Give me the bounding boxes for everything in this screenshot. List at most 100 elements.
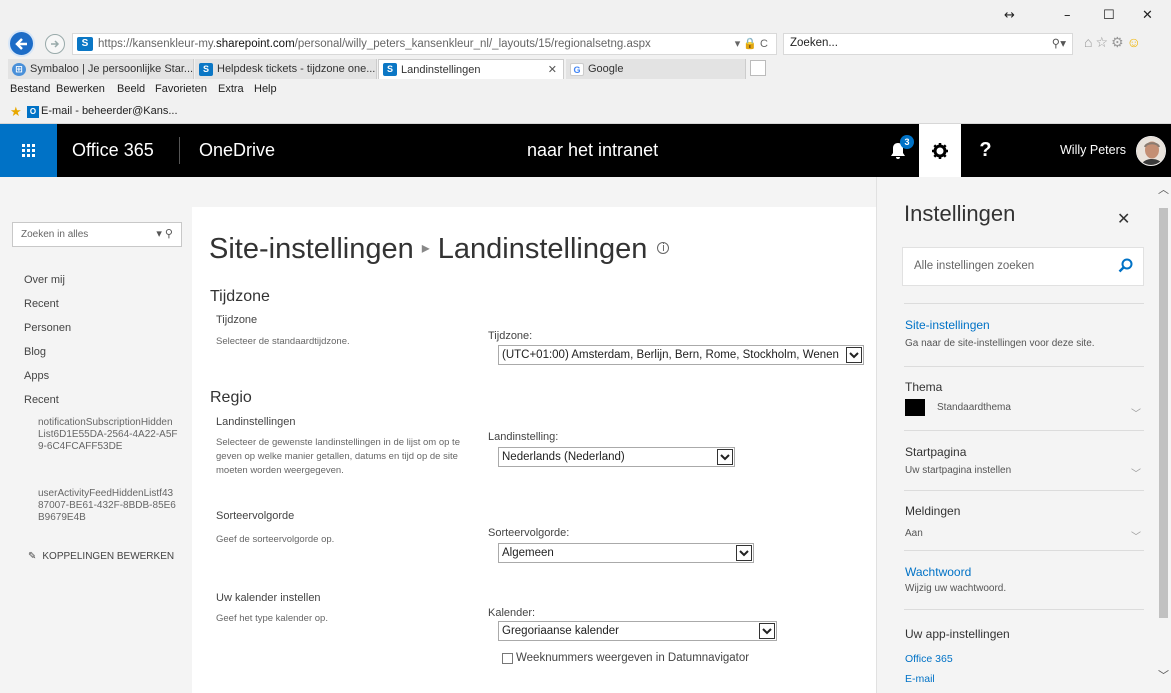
password-link[interactable]: Wachtwoord	[905, 565, 971, 579]
app-launcher-button[interactable]	[0, 124, 57, 177]
window-resize-icon[interactable]: ↔	[1004, 8, 1015, 23]
brand-title[interactable]: Office 365	[72, 140, 154, 161]
new-tab-button[interactable]	[750, 60, 766, 76]
scroll-down-icon[interactable]: ﹀	[1158, 667, 1169, 683]
chevron-down-icon[interactable]: ﹀	[1131, 405, 1141, 420]
scroll-up-icon[interactable]: ︿	[1158, 181, 1169, 197]
settings-search-input[interactable]: Alle instellingen zoeken	[902, 247, 1144, 286]
nav-item-blog[interactable]: Blog	[24, 346, 46, 358]
label-landinstelling: Landinstelling:	[488, 431, 559, 443]
tab-label: Symbaloo | Je persoonlijke Star...	[30, 63, 194, 75]
locale-select[interactable]: Nederlands (Nederland)	[498, 447, 735, 467]
menu-extra[interactable]: Extra	[218, 83, 244, 95]
feedback-smiley-icon[interactable]: ☺	[1127, 34, 1144, 50]
gear-icon[interactable]: ⚙	[1111, 34, 1127, 50]
breadcrumb-arrow-icon: ▸	[421, 240, 430, 257]
nav-item-apps[interactable]: Apps	[24, 370, 49, 382]
subheading-kalender: Uw kalender instellen	[216, 592, 321, 604]
search-icon[interactable]	[1118, 258, 1133, 273]
tab-symbaloo[interactable]: ⊞ Symbaloo | Je persoonlijke Star...	[8, 59, 194, 79]
sort-order-value: Algemeen	[502, 547, 554, 559]
divider	[904, 550, 1144, 551]
search-icon[interactable]: ⚲▾	[1052, 36, 1066, 50]
site-settings-link[interactable]: Site-instellingen	[905, 318, 990, 332]
label-tijdzone: Tijdzone:	[488, 330, 533, 342]
forward-button[interactable]	[45, 34, 65, 54]
page-header-strip	[0, 177, 876, 207]
breadcrumb-root[interactable]: Site-instellingen	[209, 233, 414, 265]
tab-helpdesk[interactable]: S Helpdesk tickets - tijdzone one...	[195, 59, 377, 79]
menu-bestand[interactable]: Bestand	[10, 83, 50, 95]
user-photo-icon	[1137, 137, 1165, 165]
home-icon[interactable]: ⌂	[1084, 34, 1095, 50]
divider	[904, 303, 1144, 304]
chevron-down-icon[interactable]: ﹀	[1131, 465, 1141, 480]
edit-links-button[interactable]: ✎ KOPPELINGEN BEWERKEN	[28, 551, 174, 562]
week-numbers-checkbox[interactable]: Weeknummers weergeven in Datumnavigator	[502, 652, 749, 664]
favorites-star-icon[interactable]: ★	[10, 104, 22, 120]
divider	[904, 609, 1144, 610]
description-sorteervolgorde: Geef de sorteervolgorde op.	[216, 534, 335, 545]
tab-landinstellingen[interactable]: S Landinstellingen ✕	[378, 59, 564, 79]
close-tab-icon[interactable]: ✕	[548, 63, 557, 76]
settings-button[interactable]	[919, 124, 961, 177]
menu-favorieten[interactable]: Favorieten	[155, 83, 207, 95]
startpage-value[interactable]: Uw startpagina instellen	[905, 465, 1011, 476]
nav-item-personen[interactable]: Personen	[24, 322, 71, 334]
info-icon[interactable]: i	[657, 242, 670, 254]
app-settings-office-link[interactable]: Office 365	[905, 653, 953, 665]
site-settings-description: Ga naar de site-instellingen voor deze s…	[905, 338, 1095, 349]
main-content: Site-instellingen ▸ Landinstellingen i Tij…	[192, 207, 876, 693]
scrollbar-thumb[interactable]	[1159, 208, 1168, 618]
favorites-star-icon[interactable]: ☆	[1095, 34, 1111, 50]
theme-value[interactable]: Standaardthema	[937, 402, 1011, 413]
address-row: S https://kansenkleur-my. sharepoint.com /…	[0, 28, 1171, 58]
checkbox-box[interactable]	[502, 652, 513, 664]
waffle-icon	[22, 144, 35, 157]
notifications-heading: Meldingen	[905, 504, 961, 518]
nav-search-input[interactable]: Zoeken in alles ▾ ⚲	[12, 222, 182, 247]
address-bar[interactable]: S https://kansenkleur-my. sharepoint.com /…	[72, 33, 777, 55]
nav-item-over-mij[interactable]: Over mij	[24, 274, 65, 286]
divider	[904, 490, 1144, 491]
browser-search-input[interactable]: Zoeken... ⚲▾	[783, 33, 1073, 55]
help-button[interactable]: ?	[963, 124, 1008, 177]
theme-heading: Thema	[905, 380, 943, 394]
close-window-button[interactable]: ✕	[1142, 8, 1153, 23]
notifications-value[interactable]: Aan	[905, 528, 923, 539]
timezone-select[interactable]: (UTC+01:00) Amsterdam, Berlijn, Bern, Ro…	[498, 345, 864, 365]
maximize-button[interactable]: ☐	[1103, 8, 1115, 23]
sort-order-select[interactable]: Algemeen	[498, 543, 754, 563]
menu-bar: Bestand Bewerken Beeld Favorieten Extra …	[0, 81, 1171, 99]
nav-item-recent-2[interactable]: Recent	[24, 394, 59, 406]
close-icon[interactable]: ✕	[1117, 209, 1130, 229]
intranet-link[interactable]: naar het intranet	[527, 140, 658, 161]
nav-item-recent[interactable]: Recent	[24, 298, 59, 310]
minimize-button[interactable]: –	[1064, 8, 1071, 23]
description-tijdzone: Selecteer de standaardtijdzone.	[216, 336, 350, 347]
outlook-icon: O	[27, 106, 39, 118]
menu-beeld[interactable]: Beeld	[117, 83, 145, 95]
search-scope-dropdown-icon[interactable]: ▾ ⚲	[156, 227, 173, 240]
menu-help[interactable]: Help	[254, 83, 277, 95]
calendar-select[interactable]: Gregoriaanse kalender	[498, 621, 777, 641]
chevron-down-icon[interactable]: ﹀	[1131, 528, 1141, 543]
address-tools[interactable]: ▾ 🔒 C	[735, 37, 768, 50]
avatar[interactable]	[1136, 136, 1166, 166]
app-title[interactable]: OneDrive	[199, 140, 275, 161]
user-name[interactable]: Willy Peters	[1060, 143, 1126, 157]
toolbar-icons: ⌂☆⚙☺	[1084, 34, 1144, 51]
panel-scrollbar[interactable]: ︿ ﹀	[1157, 177, 1171, 693]
app-settings-email-link[interactable]: E-mail	[905, 673, 935, 685]
notifications-button[interactable]: 3	[877, 124, 919, 177]
recent-item[interactable]: notificationSubscriptionHiddenList6D1E55…	[38, 417, 178, 453]
favorite-email-link[interactable]: E-mail - beheerder@Kans...	[41, 105, 178, 117]
gear-icon	[932, 142, 948, 159]
back-button[interactable]	[8, 30, 35, 57]
menu-bewerken[interactable]: Bewerken	[56, 83, 105, 95]
favorites-bar: ★ O E-mail - beheerder@Kans...	[0, 102, 1171, 122]
tab-google[interactable]: G Google	[566, 59, 746, 79]
recent-item[interactable]: userActivityFeedHiddenListf4387007-BE61-…	[38, 488, 178, 524]
divider	[904, 430, 1144, 431]
description-landinstellingen: Selecteer de gewenste landinstellingen i…	[216, 437, 460, 476]
